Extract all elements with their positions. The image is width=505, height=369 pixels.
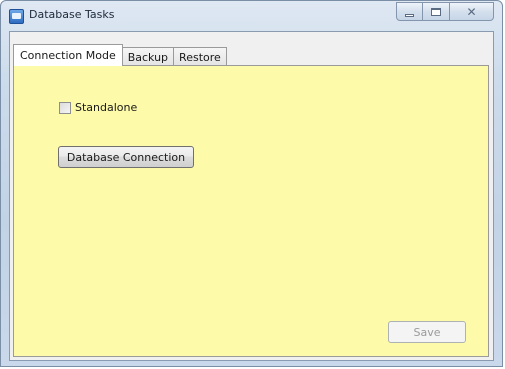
close-button[interactable]: ✕ <box>450 2 494 21</box>
tab-connection-mode[interactable]: Connection Mode <box>13 44 123 66</box>
tab-backup[interactable]: Backup <box>122 47 175 66</box>
tab-restore[interactable]: Restore <box>174 47 227 66</box>
standalone-label: Standalone <box>75 101 138 114</box>
database-connection-button[interactable]: Database Connection <box>58 146 194 168</box>
save-button[interactable]: Save <box>388 321 466 343</box>
window-title: Database Tasks <box>29 8 115 21</box>
client-area: Connection Mode Backup Restore Standalon… <box>9 31 494 361</box>
standalone-checkbox[interactable] <box>59 101 71 114</box>
standalone-option[interactable]: Standalone <box>59 101 137 114</box>
maximize-icon <box>431 7 441 16</box>
title-bar[interactable]: Database Tasks ✕ <box>1 1 502 31</box>
minimize-button[interactable] <box>396 2 423 21</box>
database-tasks-window: Database Tasks ✕ Connection Mode Backup … <box>0 0 503 367</box>
maximize-button[interactable] <box>423 2 450 21</box>
close-icon: ✕ <box>466 4 477 19</box>
tab-strip: Connection Mode Backup Restore <box>13 44 227 66</box>
caption-buttons: ✕ <box>396 2 494 22</box>
minimize-icon <box>405 13 414 17</box>
database-app-icon <box>9 9 24 24</box>
connection-mode-panel: Standalone Database Connection Save <box>13 65 489 357</box>
